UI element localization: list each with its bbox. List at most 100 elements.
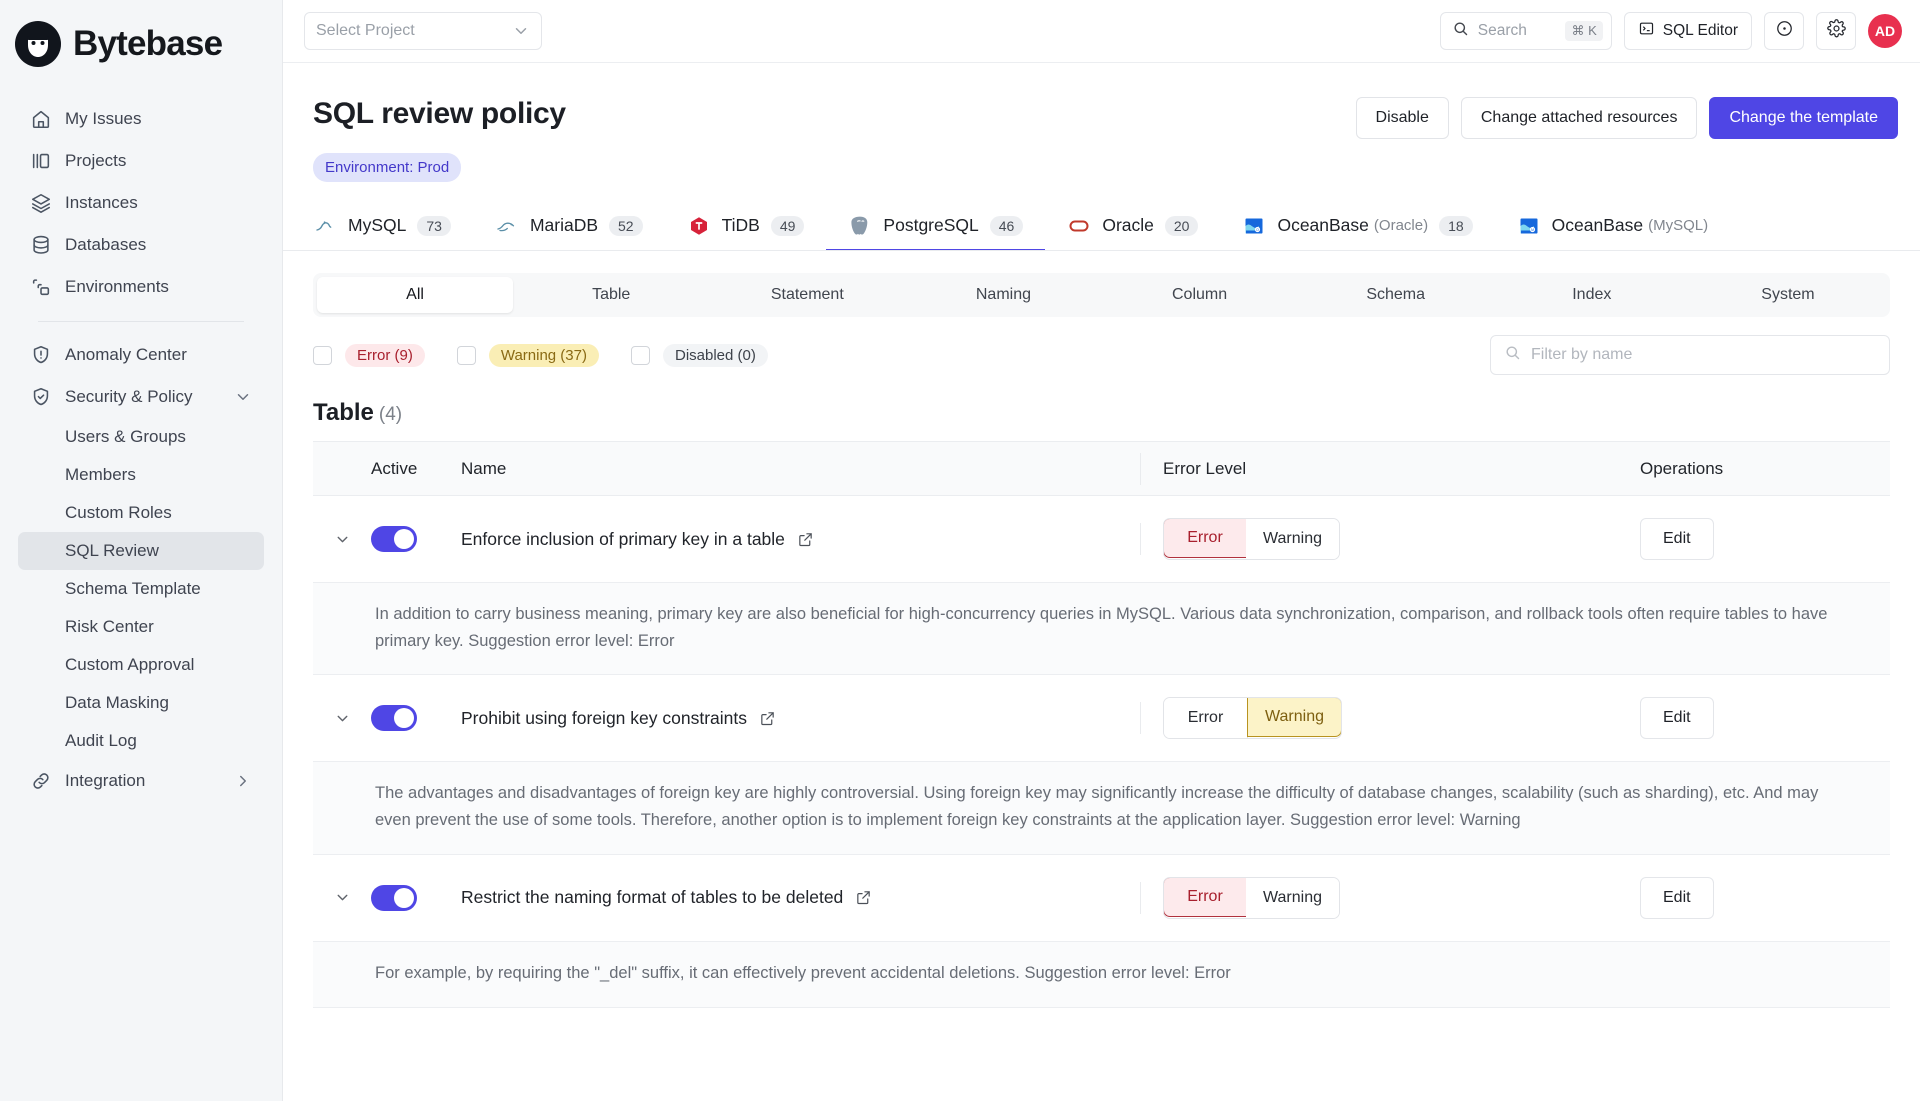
db-tab-mariadb[interactable]: MariaDB 52 xyxy=(473,202,665,251)
tab-index[interactable]: Index xyxy=(1494,277,1690,313)
filter-error-checkbox[interactable] xyxy=(313,346,332,365)
disable-button[interactable]: Disable xyxy=(1356,97,1449,139)
row-name-cell: Prohibit using foreign key constraints xyxy=(461,708,1140,729)
brand[interactable]: Bytebase xyxy=(0,0,282,88)
tab-column[interactable]: Column xyxy=(1102,277,1298,313)
project-select-value: Select Project xyxy=(316,22,415,40)
sidebar-item-environments[interactable]: Environments xyxy=(18,266,264,308)
chevron-down-icon xyxy=(512,22,530,40)
change-the-template-button[interactable]: Change the template xyxy=(1709,97,1898,139)
tidb-icon xyxy=(687,214,711,238)
db-tab-label: MariaDB xyxy=(530,215,598,236)
db-tab-label: TiDB xyxy=(722,215,760,236)
filter-error-label: Error (9) xyxy=(345,344,425,367)
tab-table[interactable]: Table xyxy=(513,277,709,313)
settings-button[interactable] xyxy=(1816,12,1856,50)
chevron-right-icon[interactable] xyxy=(234,772,252,790)
tab-all[interactable]: All xyxy=(317,277,513,313)
filter-warning-checkbox-group[interactable]: Warning (37) xyxy=(457,344,599,367)
environments-icon xyxy=(30,276,52,298)
sql-editor-button[interactable]: SQL Editor xyxy=(1624,12,1752,50)
tab-system[interactable]: System xyxy=(1690,277,1886,313)
expand-chevron-icon[interactable] xyxy=(313,889,371,906)
sidebar-item-integration[interactable]: Integration xyxy=(18,760,264,802)
db-tab-postgresql[interactable]: PostgreSQL 46 xyxy=(826,202,1045,251)
sidebar-item-data-masking[interactable]: Data Masking xyxy=(18,684,264,722)
rules-table: Active Name Error Level Operations Enfor… xyxy=(313,441,1890,1008)
sidebar-item-projects[interactable]: Projects xyxy=(18,140,264,182)
table-row: Prohibit using foreign key constraints E… xyxy=(313,675,1890,761)
db-tab-label: PostgreSQL xyxy=(883,215,978,236)
db-tab-count: 20 xyxy=(1165,216,1199,236)
sidebar-item-custom-roles[interactable]: Custom Roles xyxy=(18,494,264,532)
sidebar-item-instances[interactable]: Instances xyxy=(18,182,264,224)
db-tab-oceanbase-oracle[interactable]: O OceanBase (Oracle) 18 xyxy=(1220,202,1494,251)
tab-statement[interactable]: Statement xyxy=(709,277,905,313)
sidebar-item-schema-template[interactable]: Schema Template xyxy=(18,570,264,608)
help-button[interactable] xyxy=(1764,12,1804,50)
sidebar-item-sql-review[interactable]: SQL Review xyxy=(18,532,264,570)
level-error-option[interactable]: Error xyxy=(1163,877,1247,917)
project-select[interactable]: Select Project xyxy=(304,12,542,50)
edit-button[interactable]: Edit xyxy=(1640,518,1714,560)
edit-button[interactable]: Edit xyxy=(1640,877,1714,919)
sidebar-item-label: Instances xyxy=(65,193,138,213)
search-button[interactable]: Search ⌘ K xyxy=(1440,12,1612,50)
filter-disabled-checkbox[interactable] xyxy=(631,346,650,365)
expand-chevron-icon[interactable] xyxy=(313,710,371,727)
avatar[interactable]: AD xyxy=(1868,14,1902,48)
level-warning-option[interactable]: Warning xyxy=(1246,878,1339,918)
postgresql-icon xyxy=(848,214,872,238)
filter-by-name-input[interactable]: Filter by name xyxy=(1490,335,1890,375)
external-link-icon[interactable] xyxy=(797,531,814,548)
sidebar-item-users-groups[interactable]: Users & Groups xyxy=(18,418,264,456)
level-warning-option[interactable]: Warning xyxy=(1246,519,1339,559)
terminal-icon xyxy=(1638,20,1655,42)
row-active-cell xyxy=(371,705,461,731)
level-error-option[interactable]: Error xyxy=(1163,518,1247,558)
sidebar-item-risk-center[interactable]: Risk Center xyxy=(18,608,264,646)
active-toggle[interactable] xyxy=(371,705,417,731)
active-toggle[interactable] xyxy=(371,885,417,911)
sidebar-item-anomaly-center[interactable]: Security & Policy Anomaly Center xyxy=(18,334,264,376)
sidebar-item-my-issues[interactable]: My Issues xyxy=(18,98,264,140)
app-root: Bytebase My Issues Projects Instances Da… xyxy=(0,0,1920,1101)
filter-warning-checkbox[interactable] xyxy=(457,346,476,365)
brand-name: Bytebase xyxy=(73,24,222,64)
row-operations-cell: Edit xyxy=(1640,697,1890,739)
page-title: SQL review policy xyxy=(313,97,566,131)
level-error-option[interactable]: Error xyxy=(1164,698,1248,738)
sidebar-divider xyxy=(38,321,244,322)
db-tab-sublabel: (Oracle) xyxy=(1374,217,1428,234)
rule-name-label: Prohibit using foreign key constraints xyxy=(461,708,747,729)
sidebar-item-databases[interactable]: Databases xyxy=(18,224,264,266)
filter-error-checkbox-group[interactable]: Error (9) xyxy=(313,344,425,367)
sidebar-item-audit-log[interactable]: Audit Log xyxy=(18,722,264,760)
col-header-active: Active xyxy=(371,459,461,479)
sidebar-item-security-policy[interactable]: Security & Policy xyxy=(18,376,264,418)
col-header-error-level: Error Level xyxy=(1140,453,1640,485)
external-link-icon[interactable] xyxy=(855,889,872,906)
oceanbase-icon: O xyxy=(1242,214,1266,238)
db-tab-oracle[interactable]: Oracle 20 xyxy=(1045,202,1220,251)
sidebar-item-custom-approval[interactable]: Custom Approval xyxy=(18,646,264,684)
chevron-down-icon[interactable] xyxy=(234,388,252,406)
edit-button[interactable]: Edit xyxy=(1640,697,1714,739)
section-title-text: Table xyxy=(313,399,374,426)
filter-warning-label: Warning (37) xyxy=(489,344,599,367)
external-link-icon[interactable] xyxy=(759,710,776,727)
db-tab-oceanbase-mysql[interactable]: M OceanBase (MySQL) xyxy=(1495,202,1730,251)
change-attached-resources-button[interactable]: Change attached resources xyxy=(1461,97,1698,139)
active-toggle[interactable] xyxy=(371,526,417,552)
tab-schema[interactable]: Schema xyxy=(1298,277,1494,313)
sidebar-item-members[interactable]: Members xyxy=(18,456,264,494)
tab-naming[interactable]: Naming xyxy=(905,277,1101,313)
sidebar: Bytebase My Issues Projects Instances Da… xyxy=(0,0,283,1101)
db-tab-count: 18 xyxy=(1439,216,1473,236)
filter-disabled-checkbox-group[interactable]: Disabled (0) xyxy=(631,344,768,367)
level-warning-option[interactable]: Warning xyxy=(1247,697,1342,737)
db-tab-tidb[interactable]: TiDB 49 xyxy=(665,202,827,251)
search-icon xyxy=(1504,344,1521,366)
expand-chevron-icon[interactable] xyxy=(313,531,371,548)
db-tab-mysql[interactable]: MySQL 73 xyxy=(313,202,473,251)
